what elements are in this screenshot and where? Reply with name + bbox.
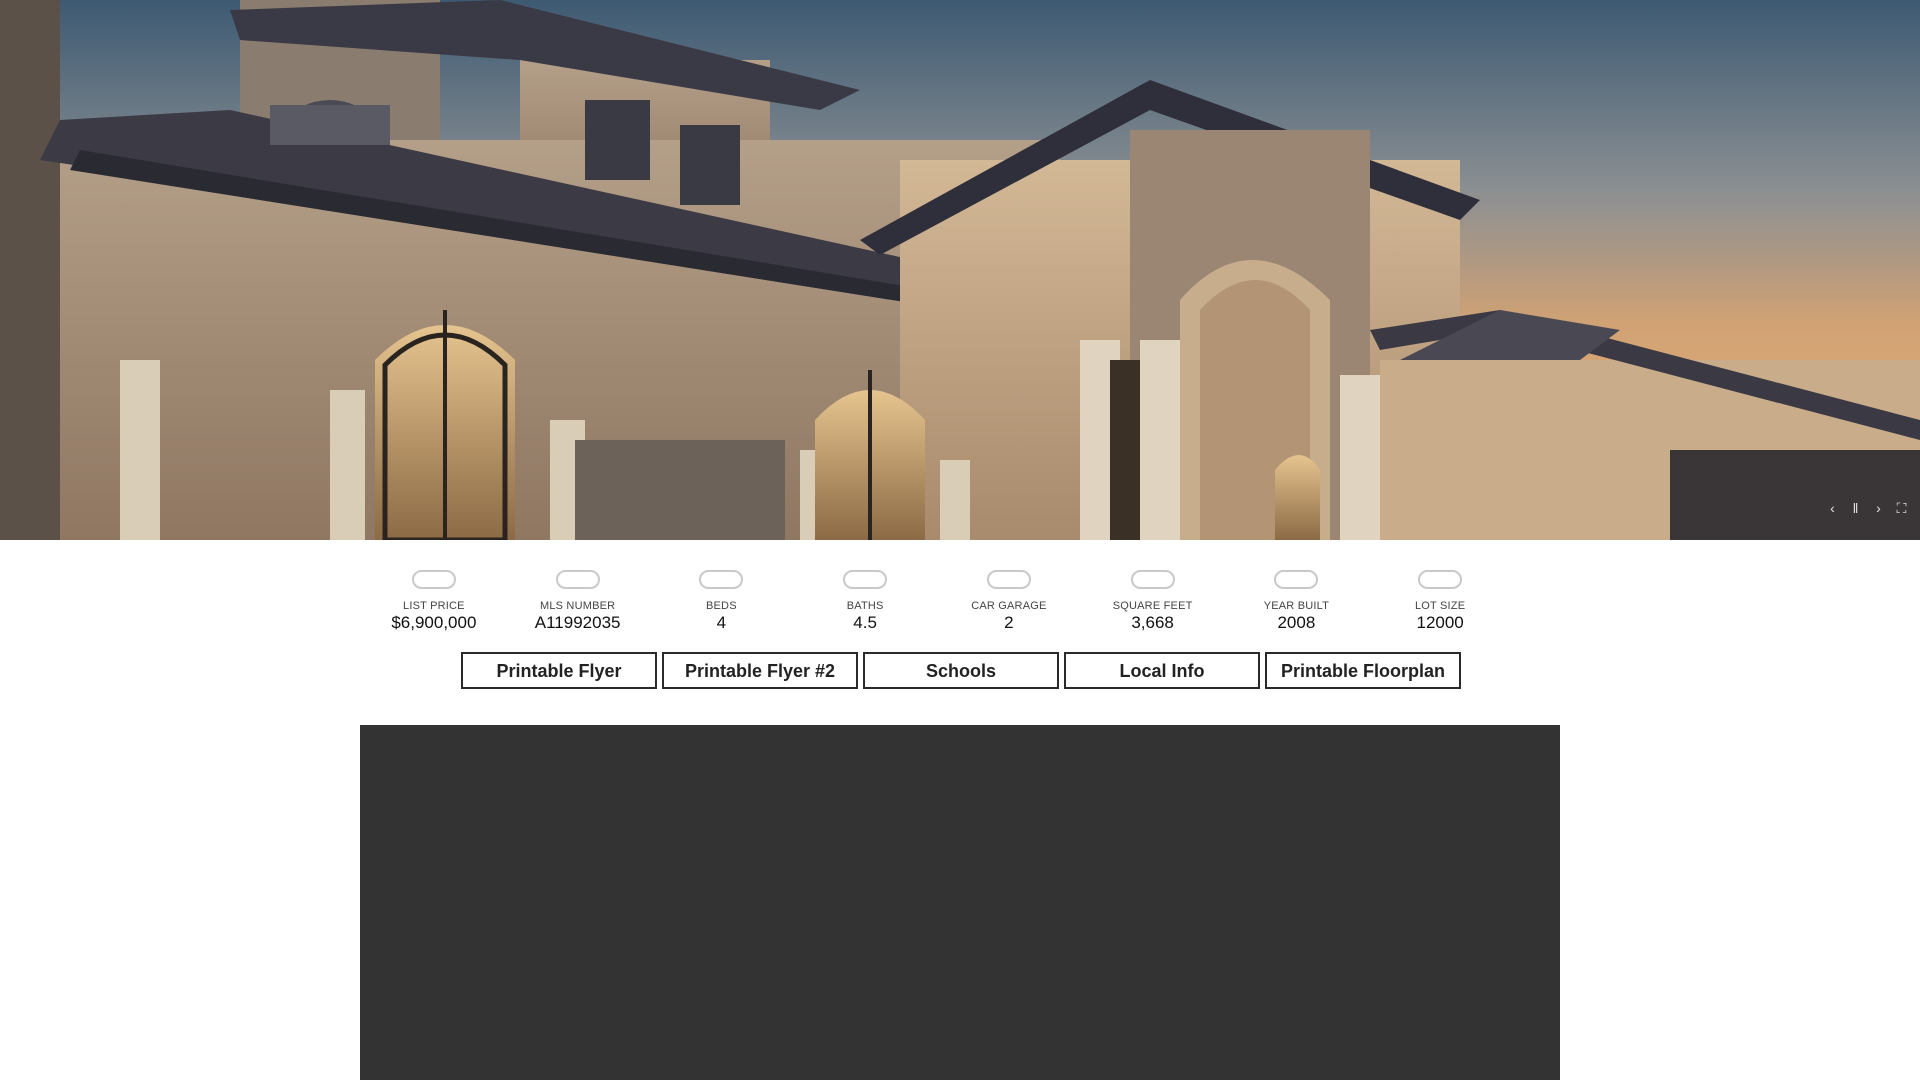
stat-label: BEDS (705, 600, 737, 612)
slideshow-controls: ‹ ‖ › ⛶ (1826, 500, 1908, 516)
price-icon (411, 570, 456, 589)
square-feet-icon (1130, 570, 1175, 589)
stat-label: BATHS (846, 600, 884, 612)
stat-label: LOT SIZE (1414, 600, 1466, 612)
stat-baths: BATHS 4.5 (793, 570, 937, 633)
stat-value: A11992035 (534, 613, 621, 632)
pause-icon[interactable]: ‖ (1849, 500, 1862, 516)
mls-icon (555, 570, 600, 589)
stat-value: 4 (716, 613, 727, 632)
stat-value: 4.5 (853, 613, 877, 632)
stat-label: SQUARE FEET (1112, 600, 1193, 612)
stat-value: 2 (1004, 613, 1014, 632)
schools-button[interactable]: Schools (863, 652, 1059, 689)
local-info-button[interactable]: Local Info (1064, 652, 1260, 689)
stat-value: 2008 (1277, 613, 1316, 632)
bath-icon (843, 570, 888, 589)
fullscreen-icon[interactable]: ⛶ (1895, 500, 1908, 516)
chevron-right-icon[interactable]: › (1872, 500, 1885, 516)
stat-beds: BEDS 4 (650, 570, 794, 633)
stat-list-price: LIST PRICE $6,900,000 (362, 570, 506, 633)
stat-label: MLS NUMBER (539, 600, 616, 612)
stat-label: LIST PRICE (403, 600, 465, 612)
stat-label: CAR GARAGE (971, 600, 1047, 612)
stat-car-garage: CAR GARAGE 2 (937, 570, 1081, 633)
bed-icon (699, 570, 744, 589)
stat-label: YEAR BUILT (1263, 600, 1330, 612)
printable-flyer-2-button[interactable]: Printable Flyer #2 (662, 652, 858, 689)
property-actions: Printable Flyer Printable Flyer #2 Schoo… (461, 652, 1461, 689)
calendar-icon (1274, 570, 1319, 589)
stat-value: $6,900,000 (391, 613, 477, 632)
lot-size-icon (1418, 570, 1463, 589)
stat-year-built: YEAR BUILT 2008 (1225, 570, 1369, 633)
stat-value: 12000 (1416, 613, 1464, 632)
stat-square-feet: SQUARE FEET 3,668 (1081, 570, 1225, 633)
stat-value: 3,668 (1131, 613, 1174, 632)
stat-lot-size: LOT SIZE 12000 (1368, 570, 1512, 633)
house-illustration (0, 0, 1920, 540)
hero-image: ‹ ‖ › ⛶ (0, 0, 1920, 540)
garage-icon (986, 570, 1031, 589)
stat-mls-number: MLS NUMBER A11992035 (506, 570, 650, 633)
printable-floorplan-button[interactable]: Printable Floorplan (1265, 652, 1461, 689)
printable-flyer-button[interactable]: Printable Flyer (461, 652, 657, 689)
property-stats: LIST PRICE $6,900,000 MLS NUMBER A119920… (362, 570, 1512, 633)
video-panel[interactable] (360, 725, 1560, 1080)
chevron-left-icon[interactable]: ‹ (1826, 500, 1839, 516)
